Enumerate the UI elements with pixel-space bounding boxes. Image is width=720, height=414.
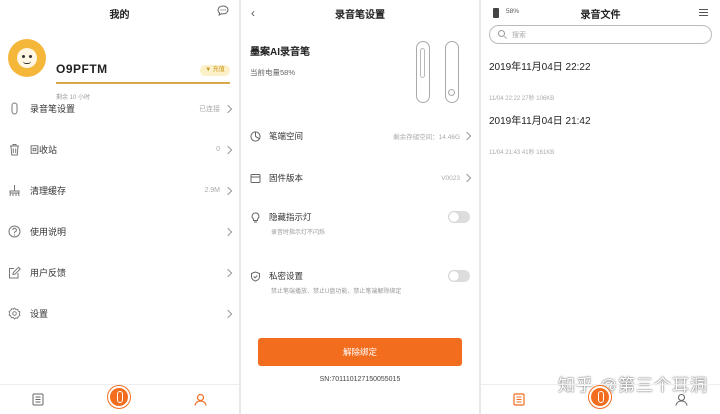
row-label: 固件版本 <box>269 173 304 183</box>
menu-item-label: 录音笔设置 <box>30 104 76 114</box>
row-label: 私密设置 <box>269 271 304 281</box>
tab-files-icon[interactable] <box>513 393 525 406</box>
device-name: 墨案AI录音笔 <box>250 47 310 58</box>
bottom-tab-bar <box>0 384 239 414</box>
menu-item-clear-cache[interactable]: 清理缓存 2.9M <box>0 170 239 211</box>
storage-pie-icon <box>250 130 261 142</box>
unbind-button[interactable]: 解除绑定 <box>258 338 462 366</box>
recording-datetime: 2019年11月04日 22:22 <box>489 62 591 73</box>
row-label: 笔端空间 <box>269 131 304 141</box>
hide-indicator-description: 录音时指示灯不闪烁 <box>271 230 326 236</box>
recorder-pen-illustration <box>416 41 430 103</box>
menu-item-instructions[interactable]: 使用说明 <box>0 211 239 252</box>
shield-check-icon <box>251 270 260 282</box>
menu-item-recycle-bin[interactable]: 回收站 0 <box>0 129 239 170</box>
firmware-row[interactable]: 固件版本 V0023 <box>241 172 479 184</box>
search-input[interactable]: 搜索 <box>489 25 712 44</box>
menu-item-label: 用户反馈 <box>30 268 67 278</box>
hide-indicator-toggle[interactable] <box>448 211 470 223</box>
menu-icon[interactable] <box>699 9 708 18</box>
cache-size: 2.9M <box>204 187 220 194</box>
chevron-right-icon <box>462 173 472 183</box>
chevron-right-icon <box>462 131 472 141</box>
recycle-count: 0 <box>216 146 220 153</box>
feedback-edit-icon <box>9 266 21 279</box>
gear-icon <box>8 307 21 320</box>
recorder-settings-panel: ‹ 录音笔设置 墨案AI录音笔 当前电量58% 笔端空间 剩余存储空间：14.4… <box>241 0 479 414</box>
menu-item-feedback[interactable]: 用户反馈 <box>0 252 239 293</box>
menu-item-recorder-settings[interactable]: 录音笔设置 已连接 <box>0 88 239 129</box>
page-title: 录音笔设置 <box>335 9 385 21</box>
storage-remaining: 剩余存储空间：14.46G <box>393 134 460 141</box>
help-icon <box>8 225 21 238</box>
profile-header: 我的 <box>0 0 239 26</box>
recorder-pen-icon <box>598 390 604 403</box>
record-button[interactable] <box>108 385 130 408</box>
tab-profile-icon[interactable] <box>675 393 688 406</box>
chevron-right-icon <box>223 309 233 318</box>
privacy-row: 私密设置 <box>241 270 479 282</box>
hide-indicator-row: 隐藏指示灯 <box>241 211 479 223</box>
privacy-toggle[interactable] <box>448 270 470 282</box>
recording-datetime: 2019年11月04日 21:42 <box>489 116 591 127</box>
message-icon[interactable] <box>217 5 229 19</box>
settings-header: ‹ 录音笔设置 <box>241 0 479 26</box>
broom-icon <box>9 185 20 197</box>
settings-menu: 录音笔设置 已连接 回收站 0 清理缓存 2.9M 使用说明 用户反馈 设置 <box>0 88 239 334</box>
recorder-pen-icon <box>117 390 123 403</box>
chevron-right-icon <box>223 268 233 277</box>
trash-icon <box>10 144 19 156</box>
chevron-right-icon <box>223 104 233 113</box>
search-placeholder: 搜索 <box>512 32 526 39</box>
username: O9PFTM <box>56 62 108 76</box>
recording-meta: 11/04 22:22 27秒 106KB <box>489 96 555 102</box>
battery-percent: 58% <box>506 8 520 15</box>
bottom-tab-bar <box>481 384 720 414</box>
recorder-pen-back-illustration <box>445 41 459 103</box>
recording-item[interactable]: 2019年11月04日 21:42 11/04 21:43 41秒 161KB <box>489 112 712 156</box>
recorder-pen-icon <box>11 102 18 115</box>
quota-bar <box>56 82 230 84</box>
storage-row[interactable]: 笔端空间 剩余存储空间：14.46G <box>241 130 479 142</box>
menu-item-label: 回收站 <box>30 145 58 155</box>
recharge-badge-label: 充值 <box>212 67 225 73</box>
recording-item[interactable]: 2019年11月04日 22:22 11/04 22:22 27秒 106KB <box>489 58 712 102</box>
serial-number: SN:701110127150055015 <box>319 376 401 383</box>
battery-level: 当前电量58% <box>250 68 296 77</box>
menu-item-settings[interactable]: 设置 <box>0 293 239 334</box>
menu-item-label: 使用说明 <box>30 227 67 237</box>
back-icon[interactable]: ‹ <box>251 6 255 20</box>
tab-files-icon[interactable] <box>32 393 44 406</box>
recording-meta: 11/04 21:43 41秒 161KB <box>489 150 555 156</box>
row-label: 隐藏指示灯 <box>269 212 312 222</box>
connection-status: 已连接 <box>199 105 220 113</box>
privacy-description: 禁止笔端播放、禁止U盘功能、禁止笔端解除绑定 <box>271 289 402 295</box>
profile-card[interactable]: O9PFTM ▼ 充值 剩余 10 小时 <box>0 26 239 101</box>
page-title: 录音文件 <box>580 9 621 21</box>
firmware-chip-icon <box>250 173 261 183</box>
chevron-right-icon <box>223 186 233 195</box>
profile-panel: 我的 O9PFTM ▼ 充值 剩余 10 小时 录音笔设置 已连接 回收站 0 <box>0 0 239 414</box>
battery-icon <box>493 8 499 18</box>
menu-item-label: 设置 <box>30 309 49 319</box>
chevron-right-icon <box>223 227 233 236</box>
firmware-version: V0023 <box>441 174 460 182</box>
avatar[interactable] <box>8 39 46 77</box>
recording-files-panel: 录音文件 58% 搜索 2019年11月04日 22:22 11/04 22:2… <box>481 0 720 414</box>
chevron-right-icon <box>223 145 233 154</box>
menu-item-label: 清理缓存 <box>30 186 67 196</box>
tab-profile-icon[interactable] <box>194 393 207 406</box>
recharge-badge[interactable]: ▼ 充值 <box>200 65 230 76</box>
lightbulb-icon <box>251 211 260 222</box>
record-button[interactable] <box>589 385 611 408</box>
page-title: 我的 <box>109 9 130 21</box>
